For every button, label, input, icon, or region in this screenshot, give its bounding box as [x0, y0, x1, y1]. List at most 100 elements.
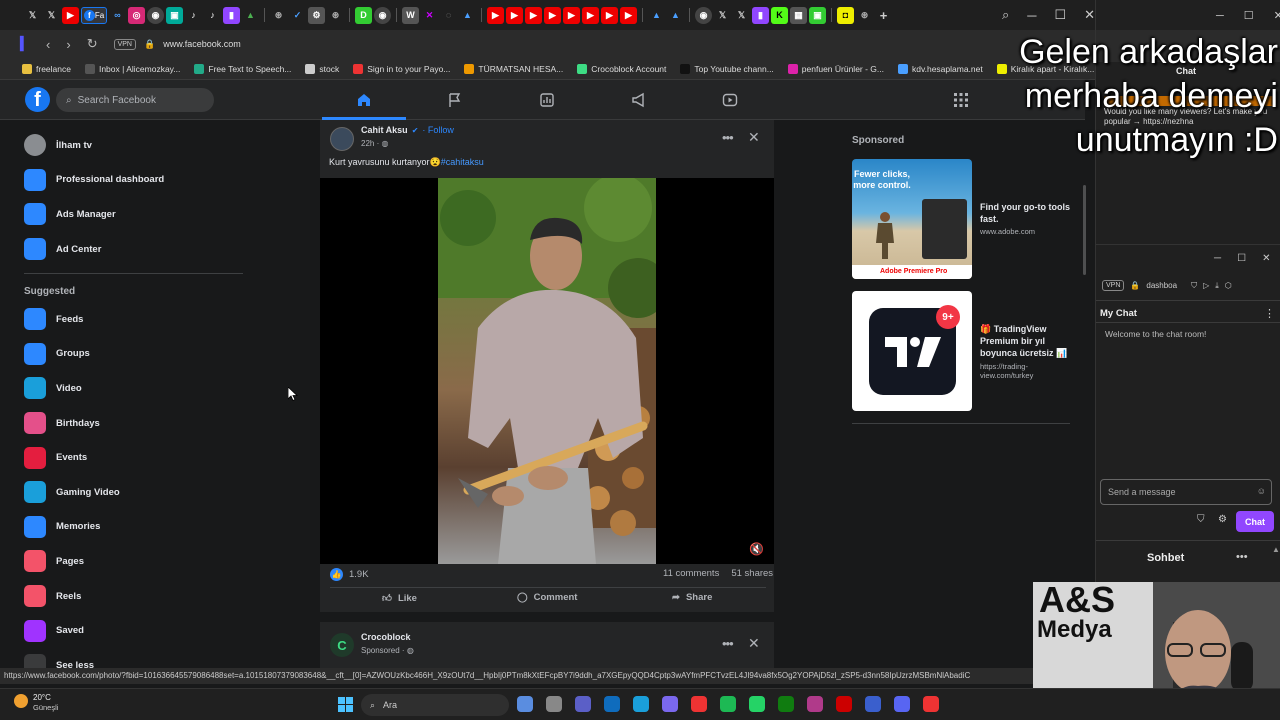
ad2-domain[interactable]: https://trading-view.com/turkey — [980, 362, 1060, 380]
taskbar-app-icon[interactable] — [894, 696, 910, 712]
taskbar-search[interactable]: ⌕ Ara — [361, 694, 509, 716]
post-close-icon[interactable]: ✕ — [748, 129, 760, 146]
sidebar-item-saved[interactable]: Saved — [15, 613, 250, 648]
sidebar-item-gaming-video[interactable]: Gaming Video — [15, 475, 250, 510]
chrome-tab-icon[interactable]: ◉ — [374, 6, 391, 24]
sidebar-item-ads-manager[interactable]: Ads Manager — [15, 197, 250, 232]
emoji-icon[interactable]: ☺ — [1257, 486, 1266, 496]
taskbar-app-icon[interactable] — [662, 696, 678, 712]
post-author-avatar[interactable] — [330, 127, 354, 151]
crocoblock-avatar[interactable]: C — [330, 633, 354, 657]
x-tab-icon[interactable]: 𝕏 — [24, 7, 41, 24]
sidebar-item-memories[interactable]: Memories — [15, 510, 250, 545]
tab-icon[interactable]: ▲ — [648, 7, 665, 24]
tab-icon[interactable]: ◌ — [440, 7, 457, 24]
tab-icon[interactable]: W — [402, 6, 419, 24]
post-time[interactable]: 22h · ◍ — [361, 139, 388, 148]
megaphone-icon[interactable] — [629, 90, 649, 110]
close-icon[interactable]: ✕ — [1274, 9, 1280, 22]
tab-icon[interactable]: ✕ — [421, 7, 438, 24]
tab-icon[interactable]: ▣ — [166, 6, 183, 24]
comment-button[interactable]: ◯ Comment — [517, 592, 577, 603]
address-bar[interactable]: www.facebook.com — [163, 39, 241, 49]
chat-menu-icon[interactable]: ⋮ — [1264, 307, 1275, 320]
new-tab-icon[interactable]: + — [875, 7, 892, 24]
sidebar-item-video[interactable]: Video — [15, 371, 250, 406]
shield-icon[interactable]: ⛉ — [1191, 281, 1197, 291]
video-icon[interactable] — [720, 90, 740, 110]
kick-tab-icon[interactable]: K — [771, 6, 788, 24]
x-tab-icon[interactable]: 𝕏 — [733, 7, 750, 24]
youtube-tab-icon[interactable]: ▶ — [525, 6, 542, 24]
taskbar-app-icon[interactable] — [633, 696, 649, 712]
ad1-domain[interactable]: www.adobe.com — [980, 227, 1035, 236]
tab-icon[interactable]: ▲ — [667, 7, 684, 24]
youtube-tab-icon[interactable]: ▶ — [582, 6, 599, 24]
dashboard-icon[interactable] — [537, 90, 557, 110]
sidebar-item-events[interactable]: Events — [15, 440, 250, 475]
sidebar-toggle-icon[interactable]: ▍ — [20, 36, 30, 52]
taskbar-app-icon[interactable] — [604, 696, 620, 712]
youtube-tab-icon[interactable]: ▶ — [620, 6, 637, 24]
taskbar-app-icon[interactable] — [836, 696, 852, 712]
download-icon[interactable]: ⤓ — [1215, 281, 1219, 291]
post2-more-icon[interactable]: ••• — [722, 636, 734, 651]
tab-icon[interactable]: ▲ — [459, 7, 476, 24]
tradingview-ad-image[interactable]: 9+ — [852, 291, 972, 411]
facebook-logo[interactable]: f — [25, 87, 50, 112]
tiktok-tab-icon[interactable]: ♪ — [204, 7, 221, 24]
x-tab-icon[interactable]: 𝕏 — [714, 7, 731, 24]
post2-author[interactable]: Crocoblock — [361, 632, 411, 642]
facebook-active-tab[interactable]: f Fa — [81, 6, 107, 24]
back-icon[interactable]: ‹ — [46, 37, 50, 52]
drive-tab-icon[interactable]: ▲ — [242, 7, 259, 24]
bookmark-item[interactable]: Crocoblock Account — [577, 63, 666, 74]
bookmark-item[interactable]: kdv.hesaplama.net — [898, 63, 983, 74]
bookmark-item[interactable]: Inbox | Alicemozkay... — [84, 63, 180, 74]
mini-address-bar[interactable]: dashboa — [1146, 281, 1177, 290]
sidebar-item-feeds[interactable]: Feeds — [15, 302, 250, 337]
taskbar-app-icon[interactable] — [749, 696, 765, 712]
reactions-row[interactable]: 👍 1.9K — [330, 568, 369, 581]
bookmark-item[interactable]: freelance — [22, 63, 71, 74]
chat-message-input[interactable]: Send a message ☺ — [1100, 479, 1272, 505]
tab-icon[interactable]: ✓ — [289, 7, 306, 24]
page-scrollbar[interactable] — [1083, 185, 1086, 275]
youtube-tab-icon[interactable]: ▶ — [563, 6, 580, 24]
search-icon[interactable]: ⌕ — [1002, 7, 1009, 23]
close-icon[interactable]: ✕ — [1262, 253, 1270, 264]
close-icon[interactable]: ✕ — [1084, 7, 1095, 23]
sidebar-item-groups[interactable]: Groups — [15, 337, 250, 372]
taskbar-app-icon[interactable] — [778, 696, 794, 712]
search-input[interactable]: ⌕ Search Facebook — [56, 88, 214, 112]
scroll-up-icon[interactable]: ▲ — [1272, 545, 1280, 554]
instagram-tab-icon[interactable]: ◎ — [128, 6, 145, 24]
sidebar-item-i-lham-tv[interactable]: İlham tv — [15, 128, 250, 163]
bookmark-item[interactable]: stock — [305, 63, 339, 74]
tab-icon[interactable]: ⊛ — [270, 7, 287, 24]
send-icon[interactable]: ▷ — [1203, 281, 1209, 290]
chat-send-button[interactable]: Chat — [1236, 511, 1274, 532]
meta-tab-icon[interactable]: ∞ — [109, 7, 126, 24]
windows-start-icon[interactable] — [338, 697, 353, 717]
post-hashtag[interactable]: #cahitaksu — [441, 157, 484, 167]
adobe-ad-image[interactable]: Fewer clicks, more control. Adobe Premie… — [852, 159, 972, 279]
twitch-tab-icon[interactable]: ▮ — [223, 6, 240, 24]
comments-count[interactable]: 11 comments — [663, 568, 719, 579]
shares-count[interactable]: 51 shares — [731, 568, 773, 579]
taskbar-app-icon[interactable] — [517, 696, 533, 712]
shield-icon[interactable]: ⛉ — [1197, 514, 1205, 525]
share-button[interactable]: ➦ Share — [672, 592, 712, 603]
minimize-icon[interactable]: ─ — [1216, 10, 1224, 22]
tab-icon[interactable]: D — [355, 6, 372, 24]
twitch-tab-icon[interactable]: ▮ — [752, 6, 769, 24]
ad1-title[interactable]: Find your go-to tools fast. — [980, 201, 1080, 225]
maximize-icon[interactable]: ☐ — [1054, 7, 1066, 23]
tab-icon[interactable]: ⊛ — [856, 7, 873, 24]
maximize-icon[interactable]: ☐ — [1244, 9, 1254, 22]
follow-link[interactable]: · Follow — [422, 125, 454, 135]
tiktok-tab-icon[interactable]: ♪ — [185, 7, 202, 24]
sidebar-item-pages[interactable]: Pages — [15, 544, 250, 579]
pages-flag-icon[interactable] — [445, 90, 465, 110]
minimize-icon[interactable]: ─ — [1214, 253, 1221, 264]
